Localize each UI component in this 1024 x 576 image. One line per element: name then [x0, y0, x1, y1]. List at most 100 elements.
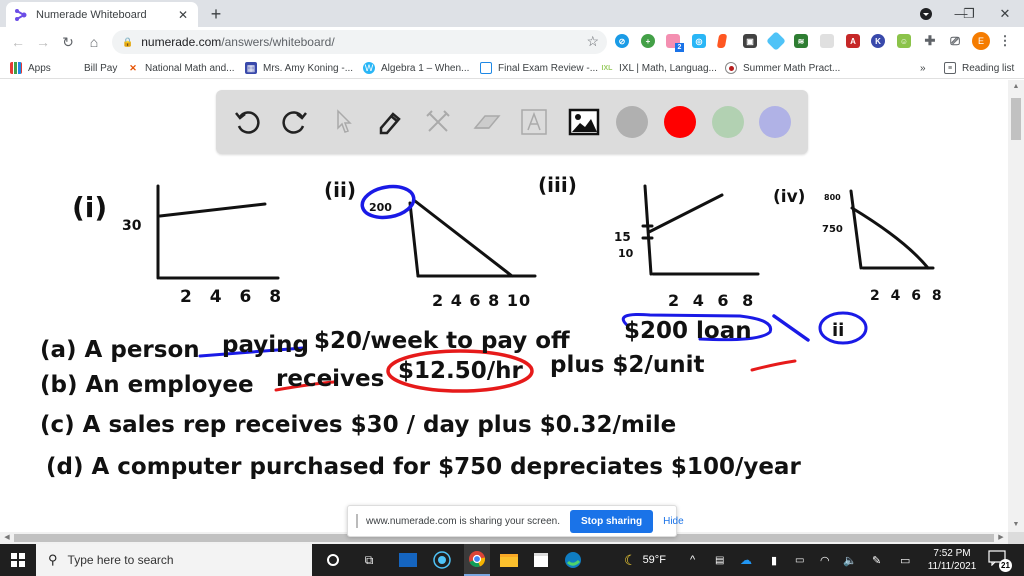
store-icon[interactable]	[531, 550, 551, 570]
extension-smiley-icon[interactable]: ☺	[897, 34, 911, 48]
forward-button[interactable]: →	[33, 32, 53, 52]
bookmark-bill-pay[interactable]: Bill Pay	[84, 60, 117, 76]
image-tool-button[interactable]	[566, 104, 602, 140]
scroll-left-icon[interactable]: ◀	[0, 532, 14, 544]
home-button[interactable]: ⌂	[84, 32, 104, 52]
extension-kami-icon[interactable]: K	[871, 34, 885, 48]
extension-plus-icon[interactable]: +	[641, 34, 655, 48]
tab-close-icon[interactable]: ✕	[176, 8, 190, 22]
hide-button[interactable]: Hide	[663, 516, 684, 527]
new-tab-button[interactable]: +	[206, 4, 226, 24]
scroll-down-icon[interactable]: ▼	[1008, 518, 1024, 532]
cast-icon[interactable]: ⎚	[948, 34, 962, 48]
undo-button[interactable]	[230, 104, 266, 140]
usb-icon[interactable]: ▮	[771, 544, 777, 576]
media-app-icon[interactable]	[432, 550, 452, 570]
weather-temp: 59°F	[642, 554, 666, 566]
action-center-button[interactable]: 21	[988, 550, 1012, 572]
onedrive-icon[interactable]: ☁	[740, 544, 752, 576]
wrench-hammer-icon	[426, 110, 450, 132]
eraser-icon	[473, 115, 501, 129]
color-green-swatch[interactable]	[712, 106, 744, 138]
start-button[interactable]	[0, 544, 36, 576]
bookmark-summer-math[interactable]: Summer Math Pract...	[725, 60, 840, 76]
graph-ii-x-ticks: 2 4 6 8 10	[432, 291, 531, 310]
chrome-menu-icon[interactable]: ⋮	[998, 33, 1012, 48]
tab-strip: Numerade Whiteboard ✕ + — ❐ ✕	[0, 0, 1024, 27]
battery-icon[interactable]: ▭	[795, 544, 804, 576]
reload-button[interactable]: ↻	[58, 32, 78, 52]
extension-cast-icon[interactable]: ≋	[794, 34, 808, 48]
bookmark-national-math[interactable]: ✕ National Math and...	[127, 60, 234, 76]
bookmark-ixl[interactable]: IXL IXL | Math, Languag...	[601, 60, 717, 76]
close-window-button[interactable]: ✕	[992, 0, 1018, 27]
color-blue-swatch[interactable]	[759, 106, 791, 138]
extension-screenshot-icon[interactable]: ◎	[692, 34, 706, 48]
red-dash-annotation	[750, 359, 797, 372]
extension-reader-icon[interactable]: ▣	[743, 34, 757, 48]
color-red-swatch[interactable]	[664, 106, 696, 138]
vertical-scroll-thumb[interactable]	[1011, 98, 1021, 140]
volume-icon[interactable]: 🔈	[843, 544, 857, 576]
tab-numerade-whiteboard[interactable]: Numerade Whiteboard ✕	[6, 2, 198, 27]
bookmarks-overflow-button[interactable]: »	[920, 60, 926, 76]
extension-badge-icon[interactable]: 2	[666, 34, 684, 52]
extensions-puzzle-icon[interactable]: ✚	[923, 33, 937, 48]
back-button[interactable]: ←	[8, 32, 28, 52]
graph-iii-ticks	[641, 224, 654, 240]
text-tool-button[interactable]	[516, 104, 552, 140]
select-tool-button[interactable]	[326, 104, 362, 140]
weather-widget[interactable]: ☾ 59°F	[624, 544, 666, 576]
line-b-prefix: (b) An employee	[40, 372, 254, 398]
stop-sharing-button[interactable]: Stop sharing	[569, 509, 654, 533]
taskbar-clock[interactable]: 7:52 PM 11/11/2021	[924, 547, 980, 573]
wifi-icon[interactable]: ◠	[820, 544, 830, 576]
calendar-icon: ▦	[245, 62, 257, 74]
taskbar-search-box[interactable]: ⚲ Type here to search	[36, 544, 312, 576]
extension-cloud-icon[interactable]	[820, 34, 834, 48]
graph-iii-label: (iii)	[538, 173, 577, 197]
chrome-taskbar-icon[interactable]	[464, 544, 490, 576]
graph-i-line	[158, 202, 267, 218]
line-b-receives: receives	[276, 366, 384, 392]
color-gray-swatch[interactable]	[616, 106, 648, 138]
bookmark-star-icon[interactable]: ☆	[586, 33, 599, 50]
file-explorer-icon[interactable]	[499, 550, 519, 570]
task-view-icon[interactable]: ⧉	[359, 550, 379, 570]
scroll-up-icon[interactable]: ▲	[1008, 80, 1024, 94]
extension-pdf-icon[interactable]: A	[846, 34, 860, 48]
profile-avatar[interactable]: E	[972, 32, 990, 50]
scroll-right-icon[interactable]: ▶	[994, 532, 1008, 544]
eraser-tool-button[interactable]	[468, 104, 504, 140]
bookmark-algebra-1[interactable]: W Algebra 1 – When...	[363, 60, 469, 76]
edge-icon[interactable]	[563, 550, 583, 570]
drag-handle-icon[interactable]	[356, 514, 358, 528]
pen-tool-button[interactable]	[372, 104, 408, 140]
cortana-icon[interactable]	[323, 550, 343, 570]
vertical-scrollbar[interactable]: ▲ ▼	[1008, 80, 1024, 532]
extension-safari-icon[interactable]: ⊘	[615, 34, 629, 48]
tray-app-icon[interactable]: ▤	[715, 544, 724, 576]
tray-chevron-icon[interactable]: ^	[690, 544, 695, 576]
redo-button[interactable]	[276, 104, 312, 140]
address-bar[interactable]: 🔒 numerade.com/answers/whiteboard/ ☆	[112, 30, 607, 54]
tools-button[interactable]	[420, 104, 456, 140]
apps-grid-icon	[10, 62, 22, 74]
restore-button[interactable]: ❐	[956, 0, 982, 27]
bookmark-apps[interactable]: Apps	[10, 60, 51, 76]
graph-iv-y-label-800: 800	[824, 193, 841, 202]
keyboard-icon[interactable]: ▭	[900, 544, 910, 576]
pen-icon	[379, 112, 401, 135]
bookmark-mrs-amy-koning[interactable]: ▦ Mrs. Amy Koning -...	[245, 60, 353, 76]
line-c-text: (c) A sales rep receives $30 / day plus …	[40, 412, 676, 438]
bookmark-label: Algebra 1 – When...	[381, 62, 470, 74]
clock-date: 11/11/2021	[927, 561, 977, 572]
windows-taskbar: ⚲ Type here to search ⧉ ☾ 59°F ^ ▤ ☁ ▮ ▭…	[0, 544, 1024, 576]
national-math-icon: ✕	[129, 62, 137, 73]
bookmark-final-exam-review[interactable]: Final Exam Review -...	[480, 60, 598, 76]
pen-tray-icon[interactable]: ✎	[872, 544, 881, 576]
clock-time: 7:52 PM	[933, 548, 971, 559]
profile-menu-icon[interactable]	[916, 0, 936, 27]
whiteboard-app-icon[interactable]	[398, 550, 418, 570]
reading-list-button[interactable]: ≡ Reading list	[944, 60, 1014, 76]
